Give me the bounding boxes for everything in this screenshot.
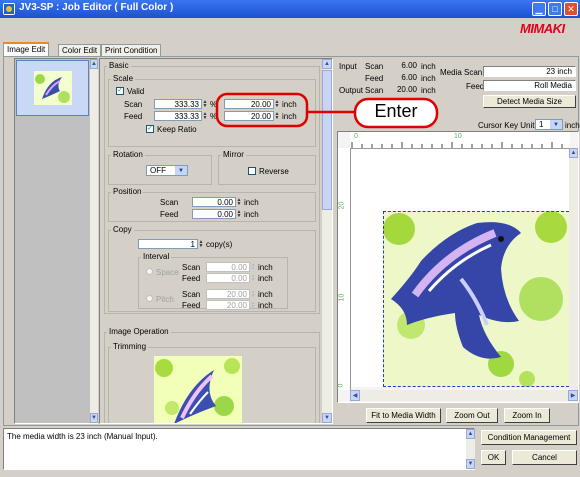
callout-text: Enter	[374, 101, 418, 121]
callout-highlight	[215, 92, 439, 129]
